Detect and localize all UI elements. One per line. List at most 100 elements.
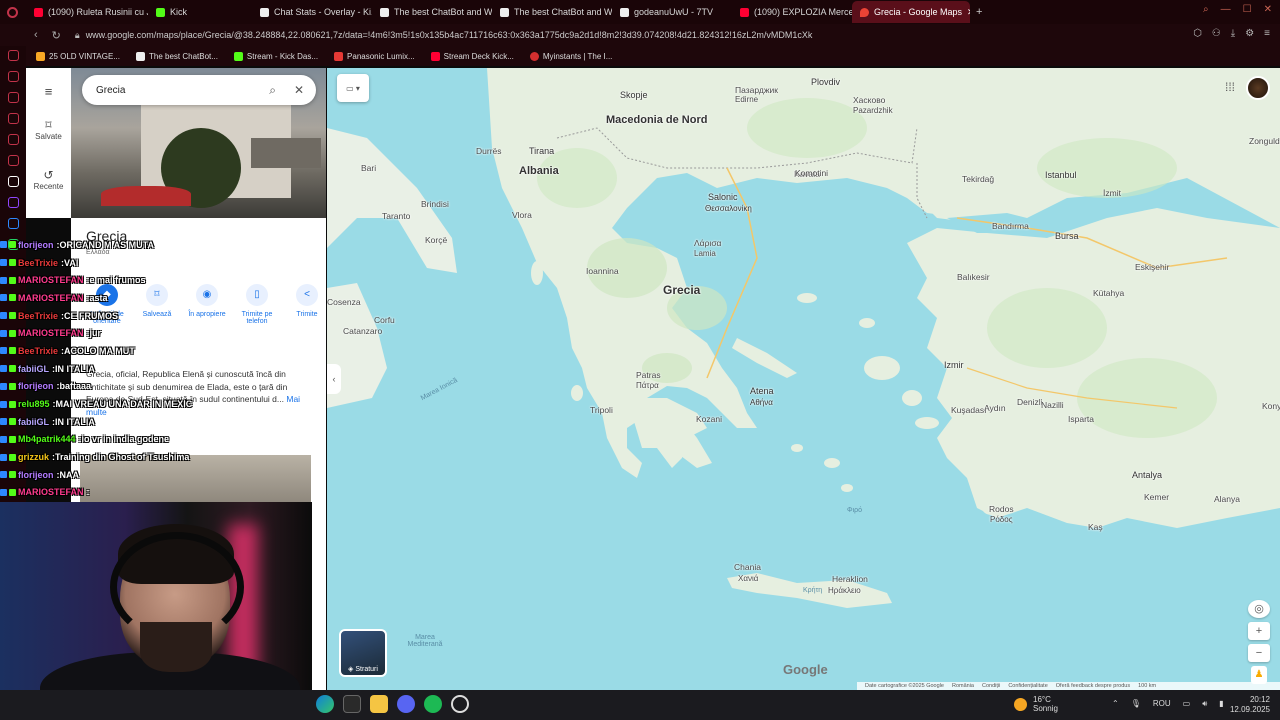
map-label-sea[interactable]: Κρήτη <box>803 587 822 594</box>
map-label-city[interactable]: Ηράκλειο <box>828 586 861 595</box>
clear-search-icon[interactable]: ✕ <box>294 83 304 98</box>
map-label-city[interactable]: Kemer <box>1144 492 1169 502</box>
messenger-icon[interactable] <box>7 218 19 229</box>
opera-gx-icon[interactable] <box>451 695 469 713</box>
weather-widget[interactable]: 16°C Sonnig <box>1014 695 1058 713</box>
map-label-city[interactable]: Plovdiv <box>811 77 840 87</box>
saved-button[interactable]: ⌑ Salvate <box>26 118 71 141</box>
map-label-country[interactable]: Albania <box>519 165 559 177</box>
tab-2[interactable]: Chat Stats - Overlay - Ki... <box>252 1 372 23</box>
file-explorer-icon[interactable] <box>370 695 388 713</box>
tab-1[interactable]: Kick <box>148 1 252 23</box>
map-label-city[interactable]: Tirana <box>529 146 554 156</box>
map-label-city[interactable]: Пазарджик <box>735 85 778 95</box>
map-label-city[interactable]: Bursa <box>1055 231 1079 241</box>
map-label-city[interactable]: Χανιά <box>738 574 758 583</box>
epic-games-icon[interactable] <box>343 695 361 713</box>
share-button[interactable]: < Trimite <box>286 284 328 325</box>
new-tab-button[interactable]: + <box>976 6 982 18</box>
bookmark-1[interactable]: The best ChatBot... <box>135 51 218 61</box>
map-label-city[interactable]: Brindisi <box>421 199 449 209</box>
map-label-city[interactable]: Aydın <box>984 403 1006 413</box>
map-label-city[interactable]: Cosenza <box>327 297 361 307</box>
bookmark-5[interactable]: Myinstants | The I... <box>529 51 612 61</box>
map-label-city[interactable]: Ρόδος <box>990 515 1013 524</box>
map-label-city[interactable]: Antalya <box>1132 470 1162 480</box>
sidebar-app-icon[interactable] <box>7 113 19 124</box>
map-label-city[interactable]: Kaş <box>1088 522 1103 532</box>
tab-5[interactable]: godeanuUwU - 7TV <box>612 1 732 23</box>
browser-menu-icon[interactable] <box>0 6 26 18</box>
maps-menu-icon[interactable]: ≡ <box>26 84 71 99</box>
send-to-phone-button[interactable]: ▯ Trimite pe telefon <box>236 284 278 325</box>
recent-button[interactable]: ↺ Recente <box>26 168 71 191</box>
map-label-city[interactable]: Atena <box>750 386 774 396</box>
map-canvas[interactable]: ▭ ▾ ‹ ⁞⁞⁞ Macedonia de Nord Albania Grec… <box>327 68 1280 690</box>
chevron-up-icon[interactable]: ⌃ <box>1112 699 1119 709</box>
footer-link[interactable]: Confidențialitate <box>1008 683 1047 689</box>
map-label-city[interactable]: Eskişehir <box>1135 262 1169 272</box>
sidebar-app-icon[interactable] <box>7 134 19 145</box>
sidebar-app-icon[interactable] <box>7 71 19 82</box>
clock[interactable]: 20:12 12.09.2025 <box>1230 695 1270 715</box>
close-window-icon[interactable]: ✕ <box>1264 4 1272 15</box>
downloads-icon[interactable]: ⤓ <box>1231 28 1235 39</box>
map-label-country[interactable]: Macedonia de Nord <box>606 114 707 126</box>
map-label-city[interactable]: Kozani <box>696 414 722 424</box>
discord-icon[interactable] <box>397 695 415 713</box>
user-avatar[interactable] <box>1246 76 1270 100</box>
map-label-city[interactable]: Istanbul <box>1045 170 1077 180</box>
map-label-city[interactable]: Korçë <box>425 235 447 245</box>
minimize-icon[interactable]: — <box>1221 4 1231 15</box>
bookmark-3[interactable]: Panasonic Lumix... <box>334 51 415 61</box>
sidebar-app-icon[interactable] <box>7 50 19 61</box>
map-label-sea[interactable]: Φιρό <box>847 507 862 514</box>
map-label-city[interactable]: Taranto <box>382 211 410 221</box>
map-label-city[interactable]: Heraklion <box>832 574 868 584</box>
map-label-city[interactable]: Bandırma <box>992 221 1029 231</box>
sidebar-app-icon[interactable] <box>7 176 19 187</box>
tab-4[interactable]: The best ChatBot and W... <box>492 1 612 23</box>
map-label-city[interactable]: Kütahya <box>1093 288 1124 298</box>
map-label-city[interactable]: Isparta <box>1068 414 1094 424</box>
map-label-city[interactable]: Skopje <box>620 90 648 100</box>
language-indicator[interactable]: ROU <box>1153 699 1171 709</box>
map-label-city[interactable]: Хасково <box>853 95 885 105</box>
map-label-city[interactable]: Vlora <box>512 210 532 220</box>
map-label-city[interactable]: Komotini <box>795 168 828 178</box>
map-label-city[interactable]: Λάρισα <box>694 238 721 248</box>
sidebar-app-icon[interactable] <box>7 155 19 166</box>
search-input[interactable]: Grecia <box>96 85 125 96</box>
network-icon[interactable]: ▭ <box>1183 699 1191 709</box>
map-label-city[interactable]: Catanzaro <box>343 326 382 336</box>
map-label-city[interactable]: Balıkesir <box>957 272 990 282</box>
map-label-city[interactable]: Salonic <box>708 192 738 202</box>
reload-icon[interactable]: ↻ <box>52 29 61 42</box>
map-label-city[interactable]: İzmit <box>1103 188 1121 198</box>
url-field[interactable]: www.google.com/maps/place/Grecia/@38.248… <box>86 30 813 40</box>
map-label-city[interactable]: Bari <box>361 163 376 173</box>
zoom-in-button[interactable]: + <box>1248 622 1270 640</box>
map-label-city[interactable]: Pazardzhik <box>853 106 893 115</box>
map-label-city[interactable]: Πάτρα <box>636 381 659 390</box>
menu-icon[interactable]: ≡ <box>1264 28 1270 39</box>
footer-link[interactable]: Oferă feedback despre produs <box>1056 683 1130 689</box>
map-label-city[interactable]: Izmir <box>944 360 964 370</box>
map-label-city[interactable]: Αθήνα <box>750 398 773 407</box>
search-icon[interactable]: ⌕ <box>269 83 276 98</box>
tab-6[interactable]: (1090) EXPLOZIA Merced... <box>732 1 852 23</box>
tab-0[interactable]: (1090) Ruleta Rusinii cu J... <box>26 1 148 23</box>
map-label-city[interactable]: Rodos <box>989 504 1014 514</box>
map-label-city[interactable]: Lamia <box>694 249 716 258</box>
search-box[interactable]: Grecia ⌕ ✕ <box>82 75 316 105</box>
microphone-icon[interactable]: 🎙︎ <box>1131 699 1141 709</box>
pegman-icon[interactable]: ♟ <box>1251 666 1267 684</box>
bookmark-4[interactable]: Stream Deck Kick... <box>430 51 514 61</box>
tab-7-active[interactable]: Grecia - Google Maps✕ <box>852 1 970 23</box>
map-label-city[interactable]: Θεσσαλονίκη <box>705 204 752 213</box>
map-label-city[interactable]: Kuşadası <box>951 405 986 415</box>
battery-icon[interactable]: ▮ <box>1219 699 1223 709</box>
search-tabs-icon[interactable]: ⌕ <box>1203 4 1209 15</box>
tab-3[interactable]: The best ChatBot and W... <box>372 1 492 23</box>
close-tab-icon[interactable]: ✕ <box>967 7 970 18</box>
